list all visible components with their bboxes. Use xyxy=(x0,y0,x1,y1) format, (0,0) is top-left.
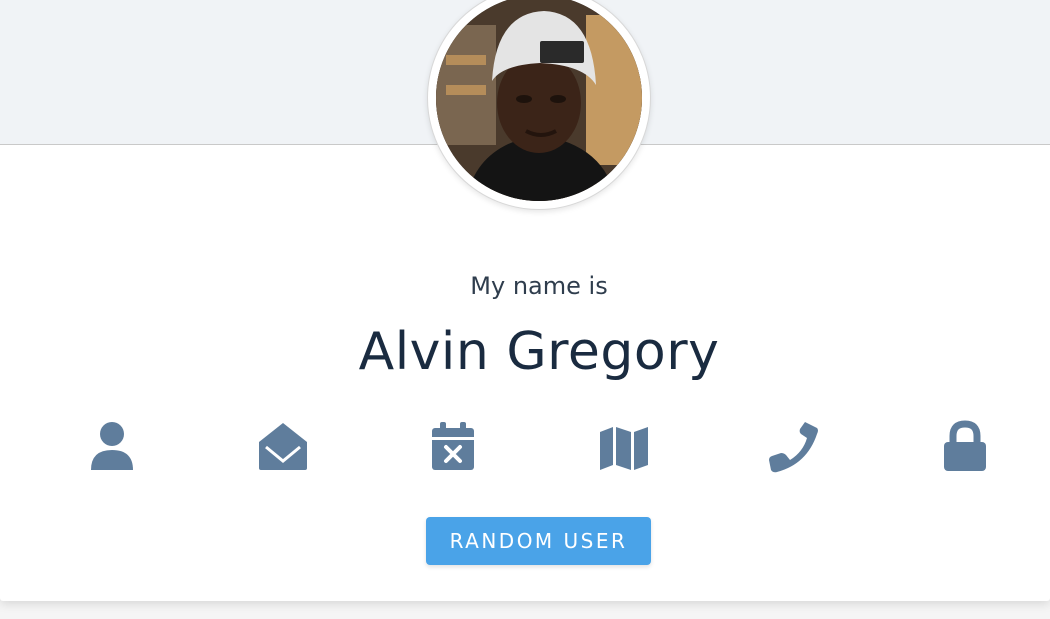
user-icon[interactable] xyxy=(85,420,139,474)
lock-icon[interactable] xyxy=(938,420,992,474)
avatar-photo xyxy=(436,0,642,201)
avatar xyxy=(436,0,642,201)
map-icon[interactable] xyxy=(597,420,651,474)
page: My name is Alvin Gregory RANDOM USER xyxy=(0,0,1050,619)
info-icon-row xyxy=(0,420,1050,474)
random-user-button[interactable]: RANDOM USER xyxy=(426,517,651,565)
calendar-times-icon[interactable] xyxy=(426,420,480,474)
user-card: My name is Alvin Gregory RANDOM USER xyxy=(0,0,1050,601)
profile-value: Alvin Gregory xyxy=(358,322,720,382)
profile-label: My name is xyxy=(470,272,608,300)
avatar-frame xyxy=(427,0,651,210)
phone-icon[interactable] xyxy=(767,420,821,474)
envelope-open-icon[interactable] xyxy=(256,420,310,474)
